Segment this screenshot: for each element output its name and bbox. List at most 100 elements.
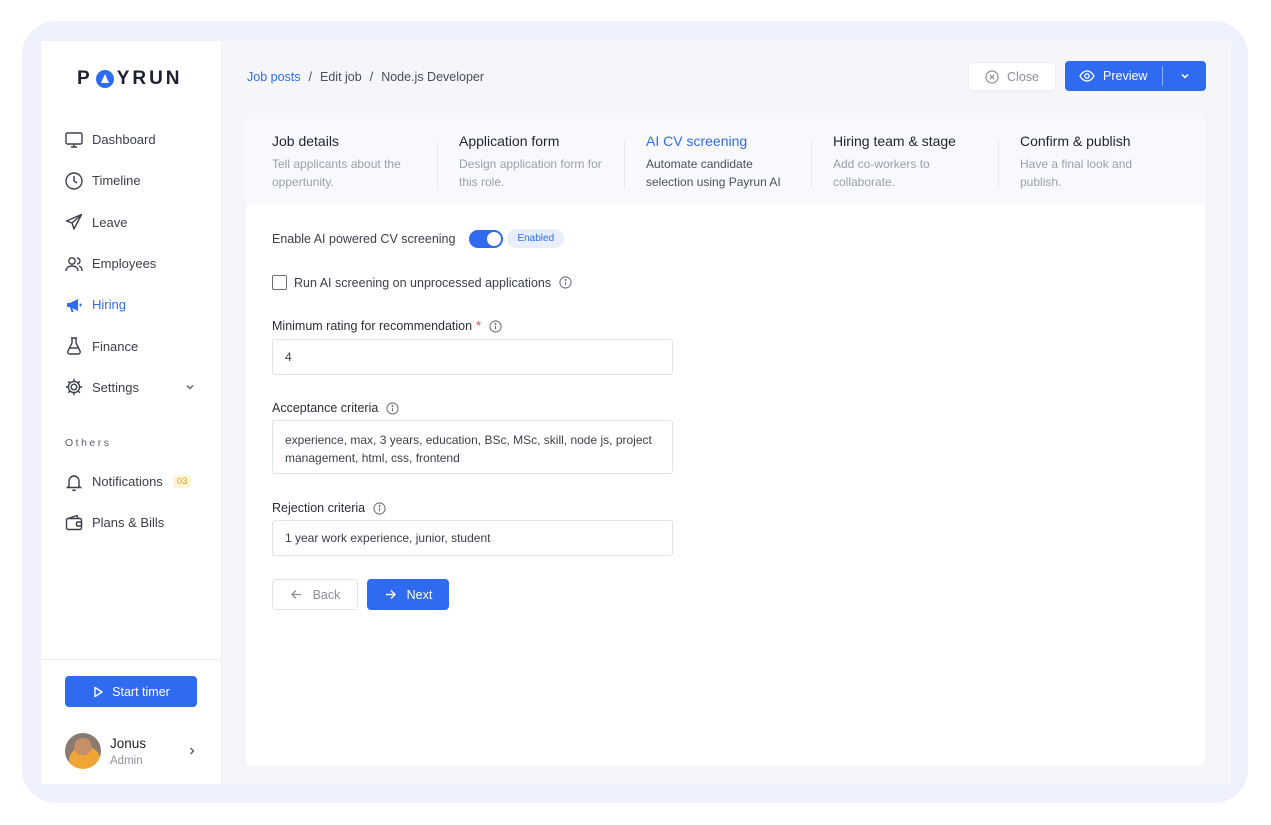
step-title: Confirm & publish xyxy=(1020,133,1131,149)
enable-ai-row: Enable AI powered CV screening Enabled xyxy=(272,229,565,248)
sidebar-item-label: Leave xyxy=(92,214,128,230)
user-name: Jonus xyxy=(110,735,147,751)
info-icon[interactable] xyxy=(489,319,502,333)
flask-icon xyxy=(64,336,84,356)
sidebar-item-label: Settings xyxy=(92,379,139,395)
sidebar-divider xyxy=(41,659,222,660)
preview-dropdown-toggle[interactable] xyxy=(1163,61,1206,91)
users-icon xyxy=(64,254,84,274)
chevron-down-icon xyxy=(1180,73,1189,79)
sidebar-item-label: Finance xyxy=(92,338,139,354)
sidebar-nav: Dashboard Timeline Leave Employees Hirin… xyxy=(41,119,222,408)
sidebar-item-dashboard[interactable]: Dashboard xyxy=(41,119,222,160)
sidebar-item-leave[interactable]: Leave xyxy=(41,202,222,243)
step-title: Job details xyxy=(272,133,339,149)
breadcrumb-job-posts-link[interactable]: Job posts xyxy=(247,70,301,84)
sidebar-item-finance[interactable]: Finance xyxy=(41,325,222,366)
sidebar-item-employees[interactable]: Employees xyxy=(41,243,222,284)
logo-mark-icon xyxy=(95,70,114,88)
rejection-label: Rejection criteria xyxy=(272,501,366,515)
close-circle-icon xyxy=(985,69,999,84)
start-timer-label: Start timer xyxy=(112,684,170,699)
rejection-criteria-input[interactable] xyxy=(272,520,673,556)
step-hiring-team-stage[interactable]: Hiring team & stage Add co-workers to co… xyxy=(807,113,994,205)
sidebar-item-label: Hiring xyxy=(92,297,126,313)
back-label: Back xyxy=(312,587,341,602)
info-icon[interactable] xyxy=(559,276,572,289)
sidebar-item-label: Dashboard xyxy=(92,132,156,148)
megaphone-icon xyxy=(64,295,84,315)
acceptance-label: Acceptance criteria xyxy=(272,401,379,415)
monitor-icon xyxy=(64,130,84,150)
sidebar-item-label: Timeline xyxy=(92,173,141,189)
step-ai-cv-screening[interactable]: AI CV screening Automate candidate selec… xyxy=(620,113,807,205)
breadcrumb-separator: / xyxy=(369,70,374,84)
step-description: Have a final look and publish. xyxy=(1020,157,1133,189)
close-label: Close xyxy=(1007,69,1039,84)
breadcrumb: Job posts / Edit job / Node.js Developer xyxy=(247,70,484,84)
chevron-right-icon xyxy=(190,747,195,755)
sidebar-item-settings[interactable]: Settings xyxy=(41,367,222,408)
user-info: Jonus Admin xyxy=(110,736,146,767)
sidebar-item-label: Notifications xyxy=(92,474,163,490)
required-marker: * xyxy=(476,319,481,333)
step-confirm-publish[interactable]: Confirm & publish Have a final look and … xyxy=(994,113,1181,205)
logo-text-right: YRUN xyxy=(116,68,183,89)
min-rating-label-row: Minimum rating for recommendation * xyxy=(272,319,502,333)
sidebar-item-label: Plans & Bills xyxy=(92,515,165,531)
min-rating-input[interactable] xyxy=(272,339,673,375)
step-job-details[interactable]: Job details Tell applicants about the op… xyxy=(246,113,433,205)
run-unprocessed-label: Run AI screening on unprocessed applicat… xyxy=(294,275,552,290)
breadcrumb-separator: / xyxy=(308,70,312,84)
stepper: Job details Tell applicants about the op… xyxy=(246,113,1205,205)
step-application-form[interactable]: Application form Design application form… xyxy=(433,113,620,205)
user-profile[interactable]: Jonus Admin xyxy=(65,731,205,771)
enable-ai-label: Enable AI powered CV screening xyxy=(272,231,456,246)
logo: P YRUN xyxy=(77,67,183,91)
sidebar-item-notifications[interactable]: Notifications 03 xyxy=(41,461,222,502)
plane-icon xyxy=(64,212,84,232)
start-timer-button[interactable]: Start timer xyxy=(65,676,197,707)
step-title: Application form xyxy=(459,133,560,149)
enable-ai-toggle[interactable] xyxy=(469,229,504,248)
next-button[interactable]: Next xyxy=(367,579,449,610)
status-badge: Enabled xyxy=(507,229,565,248)
preview-button-group: Preview xyxy=(1065,61,1206,91)
sidebar-item-label: Employees xyxy=(92,256,157,272)
bell-icon xyxy=(64,472,84,492)
sidebar-item-hiring[interactable]: Hiring xyxy=(41,284,222,325)
back-button[interactable]: Back xyxy=(272,579,358,610)
sidebar-item-plans-bills[interactable]: Plans & Bills xyxy=(41,502,222,543)
run-unprocessed-checkbox[interactable] xyxy=(272,275,287,290)
preview-label: Preview xyxy=(1103,69,1148,83)
info-icon[interactable] xyxy=(386,401,399,415)
next-label: Next xyxy=(406,587,433,602)
notification-count-badge: 03 xyxy=(172,475,192,489)
info-icon[interactable] xyxy=(373,501,386,515)
step-description: Design application form for this role. xyxy=(459,157,602,189)
eye-icon xyxy=(1079,70,1095,82)
close-button[interactable]: Close xyxy=(968,62,1056,91)
app-window: P YRUN Dashboard Timeline Leave Employee… xyxy=(41,41,1231,784)
step-title: Hiring team & stage xyxy=(833,133,956,149)
gear-icon xyxy=(64,377,84,397)
acceptance-criteria-input[interactable]: experience, max, 3 years, education, BSc… xyxy=(272,420,673,474)
run-unprocessed-row: Run AI screening on unprocessed applicat… xyxy=(272,275,572,290)
min-rating-label: Minimum rating for recommendation xyxy=(272,319,473,333)
preview-button[interactable]: Preview xyxy=(1065,61,1162,91)
arrow-left-icon xyxy=(290,590,301,599)
chevron-down-icon[interactable] xyxy=(184,381,196,393)
step-description: Add co-workers to collaborate. xyxy=(833,157,930,189)
sidebar-item-timeline[interactable]: Timeline xyxy=(41,160,222,201)
wallet-icon xyxy=(64,513,84,533)
rejection-label-row: Rejection criteria xyxy=(272,501,386,515)
breadcrumb-current: Node.js Developer xyxy=(381,70,485,84)
arrow-right-icon xyxy=(385,590,396,599)
clock-icon xyxy=(64,171,84,191)
job-editor-card: Job details Tell applicants about the op… xyxy=(246,113,1205,766)
logo-text-left: P xyxy=(77,68,93,89)
sidebar-others-nav: Notifications 03 Plans & Bills xyxy=(41,461,222,544)
breadcrumb-edit-job: Edit job xyxy=(320,70,362,84)
avatar xyxy=(65,733,101,769)
others-heading: Others xyxy=(65,437,112,449)
